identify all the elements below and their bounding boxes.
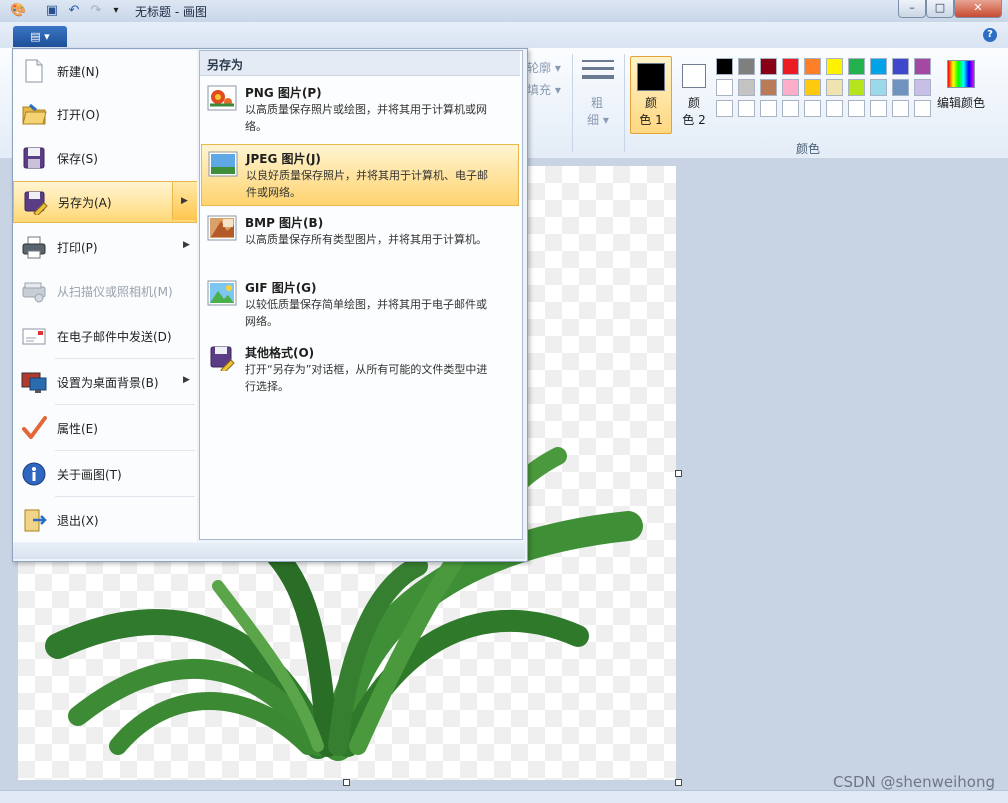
resize-handle-right[interactable] bbox=[675, 470, 682, 477]
palette-swatch[interactable] bbox=[804, 79, 821, 96]
save-as-icon bbox=[24, 191, 48, 215]
other-formats-icon bbox=[210, 346, 235, 371]
color1-button[interactable]: 颜色 1 bbox=[630, 56, 672, 134]
window-title: 无标题 - 画图 bbox=[135, 5, 207, 19]
palette-swatch[interactable] bbox=[914, 79, 931, 96]
desktop-background-icon bbox=[21, 372, 47, 393]
quick-save-icon[interactable]: ▣ bbox=[44, 3, 60, 19]
size-button[interactable]: 粗 细 ▾ bbox=[580, 54, 616, 127]
palette-swatch[interactable] bbox=[716, 100, 733, 117]
palette-swatch[interactable] bbox=[760, 79, 777, 96]
palette-swatch[interactable] bbox=[804, 58, 821, 75]
jpeg-image-icon bbox=[208, 151, 238, 177]
palette-swatch[interactable] bbox=[738, 58, 755, 75]
checkmark-icon bbox=[22, 416, 47, 439]
save-disk-icon bbox=[23, 147, 45, 169]
palette-swatch[interactable] bbox=[782, 100, 799, 117]
app-menu-button[interactable]: ▤ ▾ bbox=[13, 26, 67, 47]
menu-item-exit[interactable]: 退出(X) bbox=[13, 500, 197, 540]
menu-item-open[interactable]: 打开(O) bbox=[13, 94, 197, 134]
bmp-image-icon bbox=[207, 215, 237, 241]
edit-colors-button[interactable]: 编辑颜色 bbox=[934, 56, 988, 116]
printer-icon bbox=[22, 236, 46, 259]
palette-swatch[interactable] bbox=[826, 79, 843, 96]
palette-swatch[interactable] bbox=[848, 100, 865, 117]
palette-swatch[interactable] bbox=[892, 79, 909, 96]
palette-swatch[interactable] bbox=[738, 100, 755, 117]
color1-swatch bbox=[637, 63, 665, 91]
save-as-gif[interactable]: GIF 图片(G) 以较低质量保存简单绘图，并将其用于电子邮件或网络。 bbox=[201, 274, 519, 336]
redo-icon[interactable]: ↷ bbox=[88, 3, 104, 19]
palette-swatch[interactable] bbox=[716, 58, 733, 75]
size-line-icon bbox=[582, 60, 614, 62]
gif-image-icon bbox=[207, 280, 237, 306]
palette-swatch[interactable] bbox=[870, 79, 887, 96]
status-bar bbox=[0, 790, 1008, 803]
scanner-icon bbox=[22, 282, 46, 303]
png-image-icon bbox=[207, 85, 237, 111]
save-as-jpeg[interactable]: JPEG 图片(J) 以良好质量保存照片，并将其用于计算机、电子邮件或网络。 bbox=[201, 144, 519, 206]
save-as-bmp[interactable]: BMP 图片(B) 以高质量保存所有类型图片，并将其用于计算机。 bbox=[201, 209, 519, 271]
app-menu-footer bbox=[13, 543, 525, 559]
new-file-icon bbox=[25, 59, 43, 83]
palette-swatch[interactable] bbox=[914, 100, 931, 117]
menu-item-save-as[interactable]: 另存为(A) ▶ bbox=[13, 181, 197, 223]
palette-swatch[interactable] bbox=[760, 58, 777, 75]
palette-swatch[interactable] bbox=[782, 79, 799, 96]
fill-dropdown[interactable]: 填充 ▾ bbox=[527, 81, 561, 98]
save-as-other-formats[interactable]: 其他格式(O) 打开“另存为”对话框，从所有可能的文件类型中进行选择。 bbox=[201, 339, 519, 401]
info-icon bbox=[22, 462, 46, 486]
help-icon[interactable]: ? bbox=[983, 28, 997, 42]
outline-dropdown[interactable]: 轮廓 ▾ bbox=[527, 59, 561, 76]
palette-swatch[interactable] bbox=[848, 79, 865, 96]
save-as-submenu-arrow[interactable]: ▶ bbox=[172, 182, 197, 220]
palette-swatch[interactable] bbox=[870, 100, 887, 117]
undo-icon[interactable]: ↶ bbox=[66, 3, 82, 19]
menu-item-send-email[interactable]: 在电子邮件中发送(D) bbox=[13, 316, 197, 356]
ribbon-tab-bar: ? bbox=[0, 22, 1008, 49]
menu-item-print[interactable]: 打印(P) ▶ bbox=[13, 227, 197, 267]
exit-icon bbox=[24, 509, 47, 532]
resize-handle-bottom[interactable] bbox=[343, 779, 350, 786]
palette-swatch[interactable] bbox=[738, 79, 755, 96]
save-as-png[interactable]: PNG 图片(P) 以高质量保存照片或绘图，并将其用于计算机或网络。 bbox=[201, 79, 519, 141]
palette-swatch[interactable] bbox=[914, 58, 931, 75]
palette-swatch[interactable] bbox=[782, 58, 799, 75]
color2-label: 颜色 2 bbox=[682, 96, 706, 127]
menu-item-desktop-background[interactable]: 设置为桌面背景(B) ▶ bbox=[13, 362, 197, 402]
minimize-button[interactable]: – bbox=[898, 0, 926, 18]
color2-button[interactable]: 颜色 2 bbox=[673, 56, 715, 134]
palette-swatch[interactable] bbox=[826, 100, 843, 117]
submenu-header: 另存为 bbox=[200, 51, 520, 76]
palette-swatch[interactable] bbox=[892, 58, 909, 75]
palette-swatch[interactable] bbox=[892, 100, 909, 117]
palette-swatch[interactable] bbox=[826, 58, 843, 75]
palette-swatch[interactable] bbox=[870, 58, 887, 75]
email-icon bbox=[22, 328, 46, 345]
watermark: CSDN @shenweihong bbox=[833, 773, 995, 791]
title-bar: 🎨 ▣ ↶ ↷ ▾ 无标题 - 画图 – □ ✕ bbox=[0, 0, 1008, 23]
menu-item-save[interactable]: 保存(S) bbox=[13, 138, 197, 178]
menu-item-from-scanner: 从扫描仪或照相机(M) bbox=[13, 271, 197, 311]
size-label: 细 ▾ bbox=[587, 113, 609, 127]
maximize-button[interactable]: □ bbox=[926, 0, 954, 18]
menu-item-about[interactable]: 关于画图(T) bbox=[13, 454, 197, 494]
palette-swatch[interactable] bbox=[760, 100, 777, 117]
close-button[interactable]: ✕ bbox=[954, 0, 1002, 18]
colors-group-label: 颜色 bbox=[796, 142, 821, 156]
paint-app-icon[interactable]: 🎨 bbox=[10, 3, 26, 19]
color1-label: 颜色 1 bbox=[639, 96, 663, 127]
menu-item-new[interactable]: 新建(N) bbox=[13, 51, 197, 91]
color-spectrum-icon bbox=[947, 60, 975, 88]
resize-handle-corner[interactable] bbox=[675, 779, 682, 786]
palette-swatch[interactable] bbox=[804, 100, 821, 117]
customize-quick-access-icon[interactable]: ▾ bbox=[108, 3, 124, 19]
palette-swatch[interactable] bbox=[716, 79, 733, 96]
menu-item-properties[interactable]: 属性(E) bbox=[13, 408, 197, 448]
color2-swatch bbox=[682, 64, 706, 88]
open-folder-icon bbox=[22, 103, 47, 125]
palette-swatch[interactable] bbox=[848, 58, 865, 75]
